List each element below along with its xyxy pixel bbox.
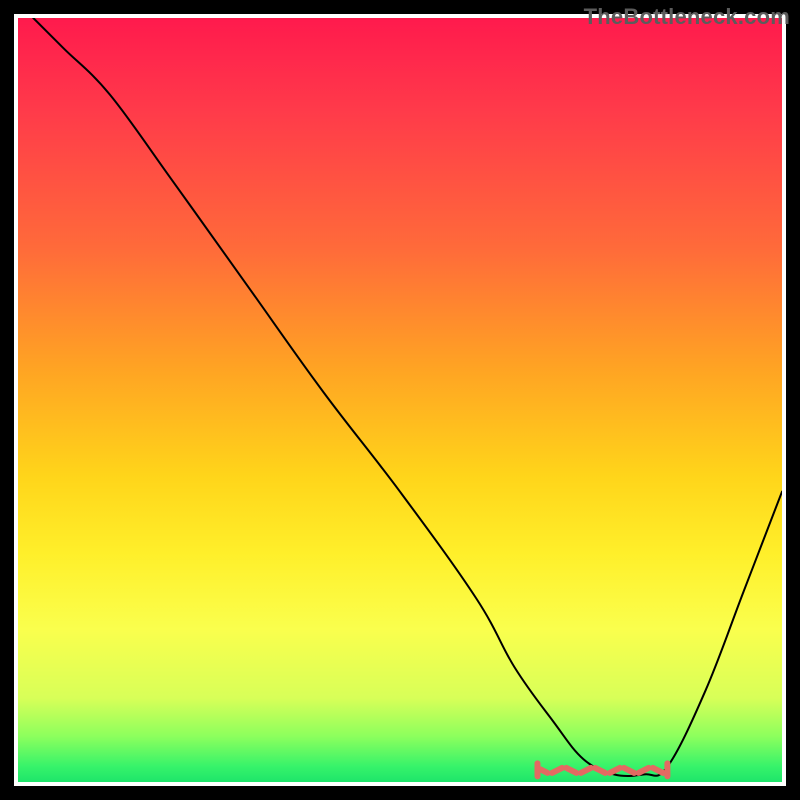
plot-outer-border (14, 14, 786, 786)
bottleneck-curve-line (33, 18, 782, 776)
watermark-label: TheBottleneck.com (584, 4, 790, 30)
bottleneck-curve-svg (18, 18, 782, 782)
plot-area (18, 18, 782, 782)
chart-frame: TheBottleneck.com (0, 0, 800, 800)
